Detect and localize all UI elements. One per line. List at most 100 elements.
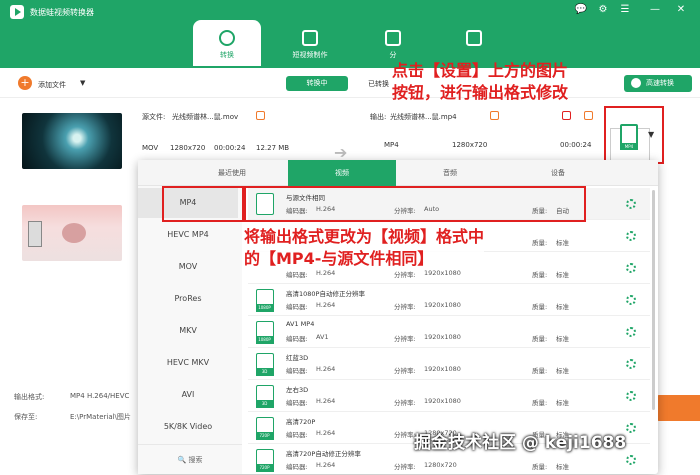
video-format-icon: 720P <box>255 417 274 440</box>
preset-row[interactable]: 1080P AV1 MP4 编码器: AV1 分辨率: 1920x1080 质量… <box>248 316 650 348</box>
tab-device[interactable]: 设备 <box>504 160 612 186</box>
format-item-hevc-mp4[interactable]: HEVC MP4 <box>138 220 238 250</box>
resolution-label: 分辨率: <box>394 399 416 407</box>
callout-line: 按钮，进行输出格式修改 <box>392 83 569 102</box>
preset-name: 左右3D <box>286 386 309 394</box>
output-format-value[interactable]: MP4 H.264/HEVC <box>70 392 129 400</box>
preset-row[interactable]: 3D 左右3D 编码器: H.264 分辨率: 1920x1080 质量: 标准 <box>248 380 650 412</box>
format-item-prores[interactable]: ProRes <box>138 284 238 314</box>
format-item-avi[interactable]: AVI <box>138 380 238 410</box>
format-badge: 1080P <box>255 335 274 344</box>
format-item-mov[interactable]: MOV <box>138 252 238 282</box>
search-label: 搜索 <box>188 456 203 464</box>
quality-label: 质量: <box>532 271 548 279</box>
quality-value: 标准 <box>556 399 569 407</box>
source-duration: 00:00:24 <box>214 144 246 152</box>
output-duration: 00:00:24 <box>560 141 592 149</box>
encoder-label: 编码器: <box>286 303 308 311</box>
callout-line: 将输出格式更改为【视频】格式中 <box>244 227 485 246</box>
preset-name: 高清1080P自动修正分辨率 <box>286 290 365 298</box>
close-button[interactable]: ✕ <box>674 4 688 15</box>
tab-label: 短视频制作 <box>292 51 328 59</box>
encoder-label: 编码器: <box>286 335 308 343</box>
gear-icon[interactable] <box>626 231 636 241</box>
format-item-5k8k[interactable]: 5K/8K Video <box>138 412 238 442</box>
source-resolution: 1280x720 <box>170 144 206 152</box>
tab-label: 转换 <box>220 51 234 59</box>
annotation-box-settings <box>604 106 664 164</box>
encoder-label: 编码器: <box>286 399 308 407</box>
quality-value: 标准 <box>556 463 569 471</box>
encoder-value: H.264 <box>316 269 336 277</box>
format-badge: 720P <box>255 463 274 472</box>
app-logo-icon <box>10 5 24 19</box>
gear-icon[interactable] <box>626 359 636 369</box>
short-video-icon <box>302 30 318 46</box>
gear-icon[interactable] <box>626 455 636 465</box>
tab-convert[interactable]: 转换 <box>193 20 261 66</box>
tab-video[interactable]: 视频 <box>288 160 396 186</box>
minimize-button[interactable]: — <box>648 4 662 15</box>
tab-audio[interactable]: 音频 <box>396 160 504 186</box>
search-button[interactable]: 🔍 搜索 <box>138 444 242 474</box>
format-badge: 3D <box>255 399 274 408</box>
format-item-hevc-mkv[interactable]: HEVC MKV <box>138 348 238 378</box>
gear-icon[interactable] <box>626 391 636 401</box>
format-item-mkv[interactable]: MKV <box>138 316 238 346</box>
tab-label: 分 <box>389 51 397 59</box>
video-format-icon: 3D <box>255 385 274 408</box>
quality-label: 质量: <box>532 239 548 247</box>
title-bar: 数据蛙视频转换器 💬 ⚙ ☰ — ✕ 转换 短视频制作 分 <box>0 0 700 68</box>
edit-output-icon[interactable] <box>490 111 499 120</box>
feedback-icon[interactable]: 💬 <box>574 4 588 15</box>
quality-value: 标准 <box>556 271 569 279</box>
lightning-icon <box>631 78 641 88</box>
encoder-value: H.264 <box>316 397 336 405</box>
resolution-label: 分辨率: <box>394 335 416 343</box>
output-label: 输出: <box>370 113 387 121</box>
watermark: 掘金技术社区 @ keji1688 <box>414 433 627 453</box>
gear-icon[interactable] <box>626 295 636 305</box>
gear-icon[interactable] <box>626 263 636 273</box>
add-file-icon[interactable]: + <box>18 76 32 90</box>
callout-line: 的【MP4-与源文件相同】 <box>244 249 434 268</box>
annotation-box-mp4 <box>162 186 244 222</box>
converting-tab[interactable]: 转换中 <box>286 76 348 91</box>
quality-value: 标准 <box>556 367 569 375</box>
gear-icon[interactable] <box>626 199 636 209</box>
converted-tab[interactable]: 已转换 <box>368 79 389 89</box>
settings-small-icon[interactable] <box>584 111 593 120</box>
rename-icon[interactable] <box>256 111 265 120</box>
tab-short-video[interactable]: 短视频制作 <box>276 20 344 66</box>
fast-convert-label: 高速转换 <box>646 79 674 87</box>
video-thumbnail[interactable] <box>22 205 122 261</box>
preset-row[interactable]: 3D 红蓝3D 编码器: H.264 分辨率: 1920x1080 质量: 标准 <box>248 348 650 380</box>
tab-recent[interactable]: 最近使用 <box>178 160 286 186</box>
format-badge: 3D <box>255 367 274 376</box>
encoder-label: 编码器: <box>286 271 308 279</box>
preset-row[interactable]: 1080P 高清1080P自动修正分辨率 编码器: H.264 分辨率: 192… <box>248 284 650 316</box>
video-thumbnail[interactable] <box>22 113 122 169</box>
quality-label: 质量: <box>532 399 548 407</box>
output-resolution: 1280x720 <box>452 141 488 149</box>
preset-name: 高清720P <box>286 418 316 426</box>
add-file-button[interactable]: 添加文件 <box>38 80 66 90</box>
source-filename: 光线频谱林...鼠.mov <box>172 113 239 121</box>
quality-label: 质量: <box>532 303 548 311</box>
settings-icon[interactable]: ⚙ <box>596 4 610 15</box>
chevron-down-icon[interactable]: ▼ <box>80 79 85 87</box>
gear-icon[interactable] <box>626 423 636 433</box>
hd-icon[interactable] <box>562 111 571 120</box>
encoder-label: 编码器: <box>286 463 308 471</box>
scrollbar[interactable] <box>652 190 655 410</box>
quality-label: 质量: <box>532 463 548 471</box>
video-format-icon: 3D <box>255 353 274 376</box>
convert-all-button[interactable] <box>656 395 700 421</box>
gear-icon[interactable] <box>626 327 636 337</box>
menu-icon[interactable]: ☰ <box>618 4 632 15</box>
quality-value: 标准 <box>556 303 569 311</box>
output-format-label: 输出格式: <box>14 393 45 401</box>
fast-convert-button[interactable]: 高速转换 <box>624 75 692 92</box>
resolution-label: 分辨率: <box>394 463 416 471</box>
save-path[interactable]: E:\PrMaterial\图片 <box>70 412 131 422</box>
